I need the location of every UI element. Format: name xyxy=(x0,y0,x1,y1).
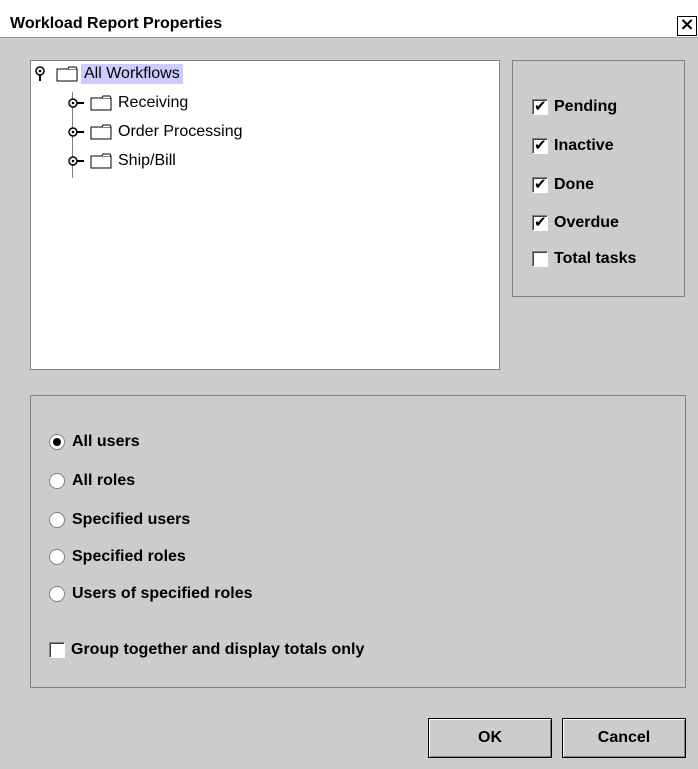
specified-roles-label: Specified roles xyxy=(72,548,186,565)
users-of-specified-roles-label: Users of specified roles xyxy=(72,585,253,602)
done-label: Done xyxy=(554,176,594,193)
folder-icon xyxy=(90,153,112,169)
folder-icon xyxy=(90,124,112,140)
task-status-options: Pending Inactive Done Overdue Total task… xyxy=(512,60,685,297)
specified-roles-option[interactable]: Specified roles xyxy=(49,546,186,568)
window-title: Workload Report Properties xyxy=(10,15,223,32)
specified-users-radio[interactable] xyxy=(49,512,65,528)
overdue-checkbox-row[interactable]: Overdue xyxy=(532,213,619,233)
total-tasks-checkbox[interactable] xyxy=(532,251,548,267)
specified-roles-radio[interactable] xyxy=(49,549,65,565)
overdue-label: Overdue xyxy=(554,214,619,231)
done-checkbox[interactable] xyxy=(532,175,548,193)
expanded-toggle-icon[interactable] xyxy=(33,65,51,83)
pending-checkbox[interactable] xyxy=(532,97,548,115)
total-tasks-label: Total tasks xyxy=(554,250,637,267)
all-users-label: All users xyxy=(72,433,140,450)
done-checkbox-row[interactable]: Done xyxy=(532,175,594,195)
collapsed-toggle-icon[interactable] xyxy=(67,94,85,112)
specified-users-label: Specified users xyxy=(72,511,191,528)
close-icon: × xyxy=(679,14,695,35)
ok-button[interactable]: OK xyxy=(428,718,552,758)
group-totals-label: Group together and display totals only xyxy=(71,641,365,658)
all-roles-label: All roles xyxy=(72,472,136,489)
user-selection-panel: All users All roles Specified users Spec… xyxy=(30,395,686,688)
close-button[interactable]: × xyxy=(677,16,697,36)
pending-label: Pending xyxy=(554,98,618,115)
inactive-checkbox[interactable] xyxy=(532,136,548,154)
all-roles-radio[interactable] xyxy=(49,473,65,489)
inactive-checkbox-row[interactable]: Inactive xyxy=(532,136,614,156)
tree-node-root[interactable]: All Workflows xyxy=(33,62,183,86)
tree-node-ship-bill[interactable]: Ship/Bill xyxy=(67,149,179,173)
all-users-radio[interactable] xyxy=(49,434,65,450)
cancel-button[interactable]: Cancel xyxy=(562,718,686,758)
total-tasks-checkbox-row[interactable]: Total tasks xyxy=(532,249,636,269)
workflow-tree[interactable]: All Workflows Receiving Order Processing… xyxy=(30,60,500,370)
inactive-label: Inactive xyxy=(554,137,614,154)
title-bar[interactable]: Workload Report Properties × xyxy=(0,0,698,38)
pending-checkbox-row[interactable]: Pending xyxy=(532,97,617,117)
tree-node-receiving[interactable]: Receiving xyxy=(67,91,191,115)
users-of-specified-roles-option[interactable]: Users of specified roles xyxy=(49,583,253,605)
collapsed-toggle-icon[interactable] xyxy=(67,123,85,141)
collapsed-toggle-icon[interactable] xyxy=(67,152,85,170)
folder-icon xyxy=(90,95,112,111)
workload-report-properties-dialog: Workload Report Properties × All Workflo… xyxy=(0,0,698,769)
tree-node-label[interactable]: Order Processing xyxy=(115,122,246,142)
tree-node-order-processing[interactable]: Order Processing xyxy=(67,120,246,144)
folder-icon xyxy=(56,66,78,82)
tree-node-label[interactable]: All Workflows xyxy=(81,64,183,84)
group-totals-checkbox[interactable] xyxy=(49,642,65,658)
group-totals-checkbox-row[interactable]: Group together and display totals only xyxy=(49,640,364,660)
all-users-option[interactable]: All users xyxy=(49,431,140,453)
tree-node-label[interactable]: Receiving xyxy=(115,93,191,113)
overdue-checkbox[interactable] xyxy=(532,213,548,231)
specified-users-option[interactable]: Specified users xyxy=(49,509,190,531)
all-roles-option[interactable]: All roles xyxy=(49,470,135,492)
tree-node-label[interactable]: Ship/Bill xyxy=(115,151,179,171)
users-of-specified-roles-radio[interactable] xyxy=(49,586,65,602)
